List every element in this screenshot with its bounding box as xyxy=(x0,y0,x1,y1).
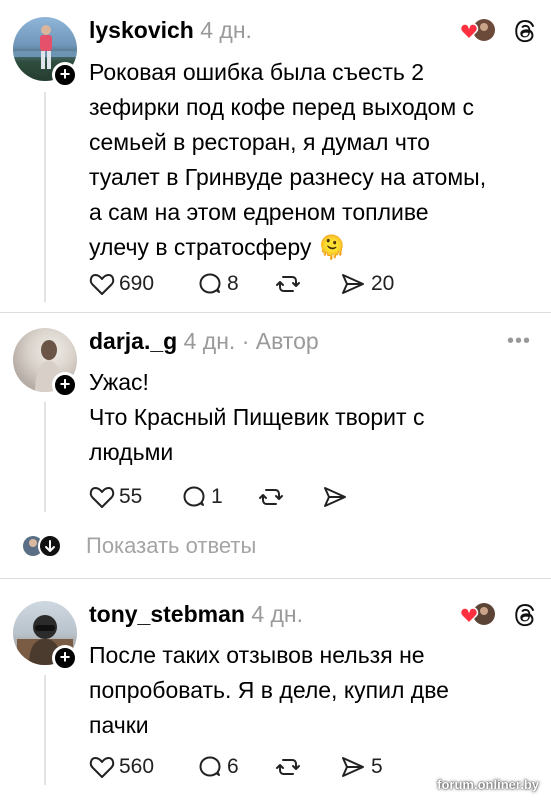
comment-count: 1 xyxy=(211,485,223,508)
share-button[interactable]: 5 xyxy=(339,754,383,780)
thread-line xyxy=(44,675,46,785)
timestamp: 4 дн. xyxy=(200,17,252,43)
text-line: улечу в стратосферу 🫠 xyxy=(89,230,539,265)
post-header: tony_stebman 4 дн. xyxy=(89,601,303,628)
show-replies-row[interactable]: Показать ответы xyxy=(20,533,256,559)
text-line: После таких отзывов нельзя не xyxy=(89,642,425,668)
share-button[interactable] xyxy=(321,484,349,510)
comment-button[interactable]: 8 xyxy=(197,271,274,297)
follow-plus-icon[interactable]: + xyxy=(52,645,78,671)
send-icon xyxy=(342,757,364,777)
timestamp: 4 дн. xyxy=(251,601,304,627)
repost-button[interactable] xyxy=(274,271,339,297)
username[interactable]: tony_stebman xyxy=(89,601,245,627)
follow-plus-icon[interactable]: + xyxy=(52,372,78,398)
like-count: 690 xyxy=(119,272,155,295)
follow-plus-icon[interactable]: + xyxy=(52,62,78,88)
show-replies-link[interactable]: Показать ответы xyxy=(86,533,256,559)
username[interactable]: darja._g xyxy=(89,328,177,354)
post-header: darja._g 4 дн. · Автор xyxy=(89,328,319,355)
post-text: После таких отзывов нельзя не попробоват… xyxy=(89,638,539,743)
comment-button[interactable]: 1 xyxy=(181,484,257,510)
action-bar: 55 1 xyxy=(89,484,349,510)
like-count: 55 xyxy=(119,485,143,508)
comment-count: 6 xyxy=(227,755,239,778)
text-line: семьей в ресторан, я думал что xyxy=(89,129,430,155)
post-text: Роковая ошибка была съесть 2 зефирки под… xyxy=(89,55,539,265)
post-header: lyskovich 4 дн. xyxy=(89,17,252,44)
comment-icon xyxy=(199,756,221,777)
divider xyxy=(0,578,551,579)
text-line: Ужас! xyxy=(89,369,149,395)
more-options-icon[interactable]: ••• xyxy=(507,330,531,353)
comment-button[interactable]: 6 xyxy=(197,754,274,780)
like-count: 560 xyxy=(119,755,155,778)
thread-line xyxy=(44,92,46,302)
comment-icon xyxy=(199,273,221,294)
text-line: туалет в Гринвуде разнесу на атомы, xyxy=(89,164,487,190)
like-button[interactable]: 690 xyxy=(89,272,197,296)
send-icon xyxy=(324,487,346,507)
send-icon xyxy=(342,274,364,294)
text-line: пачки xyxy=(89,712,149,738)
text-line: зефирки под кофе перед выходом с xyxy=(89,94,475,120)
reaction-indicators xyxy=(460,18,538,44)
comment-icon xyxy=(183,486,205,507)
reply-avatars-icon xyxy=(23,534,62,558)
heart-icon xyxy=(89,487,115,508)
thread-line xyxy=(44,402,46,512)
watermark: forum.onliner.by xyxy=(437,777,539,792)
like-button[interactable]: 560 xyxy=(89,755,197,779)
comment-count: 8 xyxy=(227,272,239,295)
post-text: Ужас! Что Красный Пищевик творит с людьм… xyxy=(89,365,539,470)
text-line-content: улечу в стратосферу xyxy=(89,234,312,260)
text-line: попробовать. Я в деле, купил две xyxy=(89,677,449,703)
repost-icon xyxy=(276,759,300,775)
heart-avatar-icon xyxy=(460,603,495,625)
heart-icon xyxy=(89,757,115,778)
text-line: людьми xyxy=(89,439,174,465)
heart-avatar-icon xyxy=(460,19,495,41)
threads-icon[interactable] xyxy=(512,18,538,44)
like-button[interactable]: 55 xyxy=(89,485,181,509)
action-bar: 560 6 5 xyxy=(89,754,383,780)
username[interactable]: lyskovich xyxy=(89,17,194,43)
text-line: а сам на этом едреном топливе xyxy=(89,199,429,225)
melting-face-emoji: 🫠 xyxy=(317,234,347,260)
threads-icon[interactable] xyxy=(512,602,538,628)
author-badge: · Автор xyxy=(241,328,319,354)
repost-button[interactable] xyxy=(257,484,321,510)
text-line: Роковая ошибка была съесть 2 xyxy=(89,59,425,85)
reaction-indicators xyxy=(460,602,538,628)
share-button[interactable]: 20 xyxy=(339,271,394,297)
comment-lyskovich: + lyskovich 4 дн. Роковая ошибка была съ… xyxy=(0,0,551,324)
share-count: 5 xyxy=(371,755,383,778)
repost-icon xyxy=(259,489,283,505)
share-count: 20 xyxy=(371,272,395,295)
repost-button[interactable] xyxy=(274,754,339,780)
repost-icon xyxy=(276,276,300,292)
divider xyxy=(0,312,551,313)
text-line: Что Красный Пищевик творит с xyxy=(89,404,425,430)
timestamp: 4 дн. xyxy=(183,328,236,354)
action-bar: 690 8 20 xyxy=(89,271,394,297)
heart-icon xyxy=(89,274,115,295)
